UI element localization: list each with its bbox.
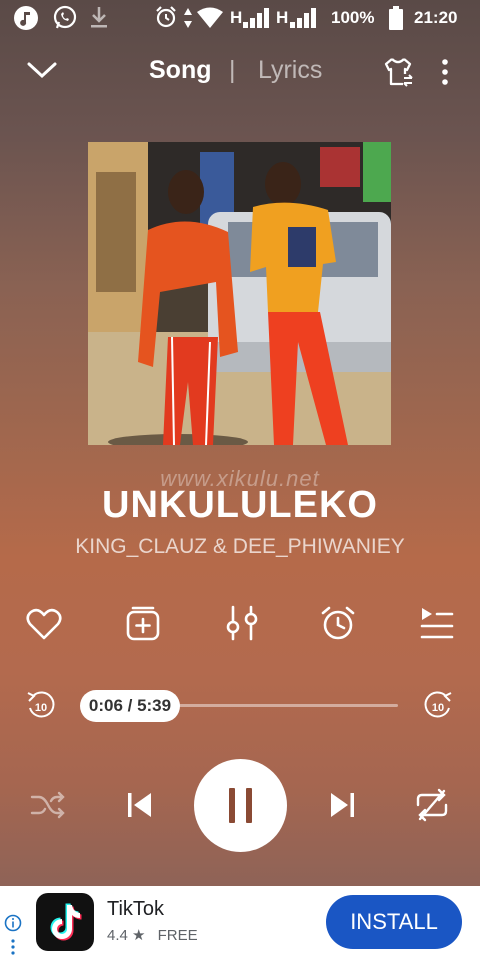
next-button[interactable]	[328, 791, 356, 819]
seek-thumb[interactable]: 0:06 / 5:39	[80, 690, 180, 722]
skip-next-icon	[331, 793, 354, 817]
forward-icon: 10	[424, 691, 452, 718]
wifi-icon	[196, 7, 224, 29]
ad-rating-row: 4.4 ★ FREE	[107, 926, 198, 944]
forward-10-button[interactable]: 10	[422, 690, 454, 722]
install-label: INSTALL	[350, 909, 438, 934]
theme-button[interactable]	[382, 56, 414, 88]
status-bar: H H 100% 21:20	[0, 0, 480, 36]
battery-icon	[389, 6, 403, 30]
time-display: 0:06 / 5:39	[88, 696, 172, 715]
forward-label: 10	[432, 702, 444, 714]
sleep-timer-button[interactable]	[320, 605, 356, 641]
ad-banner[interactable]: TikTok 4.4 ★ FREE INSTALL	[0, 886, 480, 960]
whatsapp-notification-icon	[52, 5, 78, 31]
pause-button[interactable]	[194, 759, 287, 852]
install-button[interactable]: INSTALL	[326, 895, 462, 949]
ad-options-icon[interactable]	[10, 938, 16, 956]
equalizer-button[interactable]	[224, 605, 260, 641]
rewind-10-button[interactable]: 10	[25, 690, 57, 722]
ad-info-icon[interactable]	[4, 914, 22, 932]
music-notification-icon	[13, 5, 39, 31]
equalizer-icon	[226, 605, 258, 641]
ad-price: FREE	[157, 927, 198, 944]
artist-name: KING_CLAUZ & DEE_PHIWANIEY	[75, 535, 405, 558]
signal-icon-2	[290, 8, 318, 28]
clock: 21:20	[414, 8, 458, 27]
ad-app-name: TikTok	[107, 898, 165, 920]
favorite-button[interactable]	[26, 607, 62, 641]
queue-button[interactable]	[420, 606, 454, 640]
signal-icon	[243, 8, 271, 28]
skip-previous-icon	[128, 793, 151, 817]
add-to-playlist-button[interactable]	[125, 605, 161, 641]
tab-song[interactable]: Song	[149, 56, 212, 85]
tab-lyrics[interactable]: Lyrics	[258, 56, 322, 85]
shuffle-button[interactable]	[30, 789, 66, 821]
more-options-button[interactable]	[438, 58, 452, 86]
network-type-label-2: H	[276, 8, 289, 27]
tab-separator: |	[229, 56, 236, 84]
more-vertical-icon	[442, 59, 448, 85]
rewind-label: 10	[35, 702, 47, 714]
add-playlist-icon	[126, 606, 160, 641]
previous-button[interactable]	[126, 791, 154, 819]
shirt-icon	[384, 58, 413, 87]
download-icon	[88, 5, 110, 29]
rewind-icon: 10	[27, 691, 55, 718]
shuffle-icon	[30, 791, 65, 819]
network-type-label: H	[230, 8, 243, 27]
pause-icon	[229, 788, 252, 823]
ad-rating: 4.4 ★	[107, 927, 146, 944]
alarm-status-icon	[154, 5, 178, 29]
repeat-button[interactable]	[414, 787, 450, 823]
album-art	[88, 142, 391, 445]
queue-icon	[420, 608, 454, 639]
repeat-off-icon	[416, 788, 448, 822]
data-arrows-icon	[183, 7, 193, 29]
heart-icon	[26, 608, 62, 640]
battery-percent: 100%	[331, 8, 375, 27]
alarm-clock-icon	[321, 606, 355, 640]
song-title: UNKULULEKO	[102, 484, 378, 526]
tiktok-logo-icon	[36, 893, 94, 951]
